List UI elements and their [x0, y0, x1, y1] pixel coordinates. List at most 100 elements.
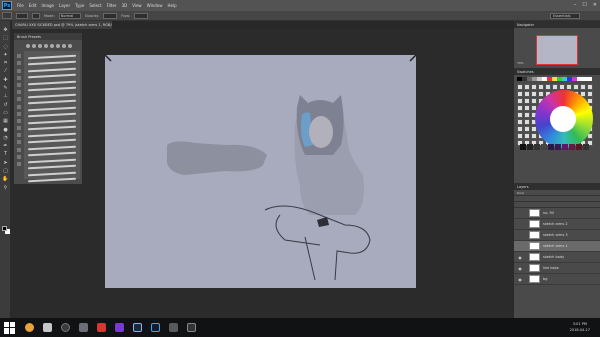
- layer-row[interactable]: ◉ line base: [514, 263, 600, 274]
- swatch[interactable]: [567, 77, 572, 81]
- brush-tip-icon[interactable]: [17, 90, 21, 95]
- windows-start-icon[interactable]: [4, 321, 16, 334]
- layer-row[interactable]: ◉ sketch body: [514, 252, 600, 263]
- navigator-panel-title[interactable]: Navigator: [514, 21, 600, 28]
- layer-row[interactable]: no. fill: [514, 208, 600, 219]
- brush-size-dot[interactable]: [26, 44, 30, 48]
- eraser-tool-icon[interactable]: ▭: [2, 110, 9, 116]
- brush-tip-icon[interactable]: [17, 75, 21, 80]
- swatch[interactable]: [577, 77, 582, 81]
- brush-stroke-preview[interactable]: [28, 86, 76, 92]
- move-tool-icon[interactable]: ✥: [2, 27, 9, 33]
- document-tab[interactable]: CHARLI XXX SICKBED psd @ 79% (sketch arm…: [12, 21, 112, 29]
- swatches-panel-title[interactable]: Swatches: [514, 68, 600, 75]
- menu-select[interactable]: Select: [89, 3, 101, 8]
- mail-icon[interactable]: [79, 323, 88, 332]
- type-tool-icon[interactable]: T: [2, 151, 9, 157]
- brush-size-dot[interactable]: [32, 44, 36, 48]
- history-brush-tool-icon[interactable]: ↺: [2, 102, 9, 108]
- clock-app-icon[interactable]: [61, 323, 70, 332]
- swatch[interactable]: [527, 77, 532, 81]
- brush-size-dot[interactable]: [50, 44, 54, 48]
- brush-tip-icon[interactable]: [17, 54, 21, 59]
- taskbar-clock[interactable]: 3:01 PM 2018-04-17: [570, 321, 590, 333]
- layer-kind-filter[interactable]: Kind: [517, 191, 524, 195]
- brush-size-dot[interactable]: [62, 44, 66, 48]
- swatch[interactable]: [542, 77, 547, 81]
- swatch-grid[interactable]: [517, 84, 597, 158]
- photoshop-taskbar-icon[interactable]: [151, 323, 160, 332]
- flow-field[interactable]: [134, 12, 149, 19]
- swatch[interactable]: [552, 77, 557, 81]
- twitch-icon[interactable]: [115, 323, 124, 332]
- brush-tip-icon[interactable]: [17, 126, 21, 131]
- layers-panel-title[interactable]: Layers: [514, 183, 600, 190]
- menu-window[interactable]: Window: [147, 3, 163, 8]
- layer-row[interactable]: ◉ bg: [514, 274, 600, 285]
- swatch[interactable]: [572, 77, 577, 81]
- brush-tip-icon[interactable]: [17, 118, 21, 123]
- brush-size-dot[interactable]: [38, 44, 42, 48]
- pen-tool-icon[interactable]: ✒: [2, 143, 9, 149]
- app-icon[interactable]: [169, 323, 178, 332]
- healing-brush-tool-icon[interactable]: ✚: [2, 77, 9, 83]
- canvas[interactable]: [105, 55, 416, 288]
- magic-wand-tool-icon[interactable]: ✦: [2, 52, 9, 58]
- navigator-zoom-value[interactable]: 79%: [517, 61, 524, 65]
- maximize-button[interactable]: ☐: [582, 2, 586, 8]
- lasso-tool-icon[interactable]: ◌: [2, 44, 9, 50]
- brush-stroke-preview[interactable]: [28, 119, 76, 124]
- menu-help[interactable]: Help: [167, 3, 176, 8]
- brush-tip-icon[interactable]: [17, 133, 21, 138]
- brush-stroke-preview[interactable]: [28, 106, 76, 111]
- menu-filter[interactable]: Filter: [107, 3, 117, 8]
- brush-panel-toggle[interactable]: [32, 12, 40, 19]
- brush-stroke-preview[interactable]: [28, 177, 76, 183]
- swatch[interactable]: [517, 77, 522, 81]
- brush-stroke-preview[interactable]: [28, 138, 76, 144]
- brush-stroke-preview[interactable]: [28, 112, 76, 118]
- layer-row[interactable]: sketch arms 1: [514, 241, 600, 252]
- brush-tip-icon[interactable]: [17, 154, 21, 159]
- blur-tool-icon[interactable]: ●: [2, 127, 9, 133]
- navigator-preview[interactable]: [536, 35, 578, 65]
- foreground-color-swatch[interactable]: [2, 226, 7, 231]
- brush-tip-icon[interactable]: [17, 162, 21, 166]
- app-icon[interactable]: [187, 323, 196, 332]
- clone-stamp-tool-icon[interactable]: ⊥: [2, 93, 9, 99]
- marquee-tool-icon[interactable]: ⬚: [2, 35, 9, 41]
- brush-tip-icon[interactable]: [17, 61, 21, 66]
- minimize-button[interactable]: –: [574, 2, 577, 8]
- brush-tip-icon[interactable]: [17, 111, 21, 116]
- media-icon[interactable]: [97, 323, 106, 332]
- menu-view[interactable]: View: [132, 3, 142, 8]
- chrome-icon[interactable]: [25, 323, 34, 332]
- path-selection-tool-icon[interactable]: ➤: [2, 160, 9, 166]
- brush-stroke-preview[interactable]: [28, 54, 76, 59]
- brush-stroke-preview[interactable]: [28, 158, 76, 163]
- brush-stroke-preview[interactable]: [28, 151, 76, 157]
- brush-tip-icon[interactable]: [17, 147, 21, 152]
- opacity-field[interactable]: [103, 12, 118, 19]
- brush-stroke-preview[interactable]: [28, 93, 76, 98]
- layer-row[interactable]: sketch arms 3: [514, 230, 600, 241]
- visibility-eye-icon[interactable]: ◉: [517, 266, 523, 271]
- brush-size-picker[interactable]: [16, 12, 28, 19]
- brush-tool-icon[interactable]: ✎: [2, 85, 9, 91]
- brush-size-dot[interactable]: [44, 44, 48, 48]
- brush-stroke-preview[interactable]: [28, 171, 76, 176]
- brush-stroke-preview[interactable]: [28, 60, 76, 66]
- brush-stroke-preview[interactable]: [28, 73, 76, 79]
- brush-stroke-preview[interactable]: [28, 125, 76, 131]
- brush-stroke-preview[interactable]: [28, 99, 76, 105]
- brush-tip-icon[interactable]: [17, 68, 21, 73]
- menu-image[interactable]: Image: [41, 3, 54, 8]
- file-explorer-icon[interactable]: [43, 323, 52, 332]
- dodge-tool-icon[interactable]: ◔: [2, 135, 9, 141]
- workspace-select[interactable]: Essentials: [550, 12, 580, 19]
- swatch[interactable]: [522, 77, 527, 81]
- swatch[interactable]: [547, 77, 552, 81]
- hand-tool-icon[interactable]: ✋: [2, 176, 9, 182]
- mode-select[interactable]: Normal: [58, 12, 81, 19]
- eyedropper-tool-icon[interactable]: ⁄: [2, 68, 9, 74]
